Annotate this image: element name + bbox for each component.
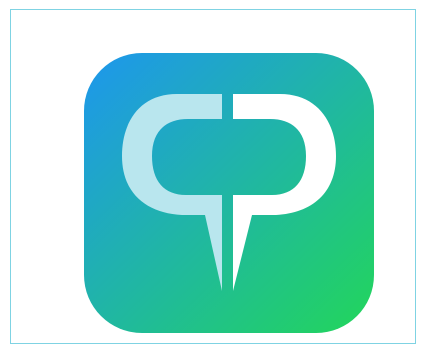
speech-bubble-logo-icon xyxy=(84,53,374,333)
app-icon[interactable] xyxy=(84,53,374,333)
image-frame xyxy=(10,9,416,344)
icon-background xyxy=(84,53,374,333)
